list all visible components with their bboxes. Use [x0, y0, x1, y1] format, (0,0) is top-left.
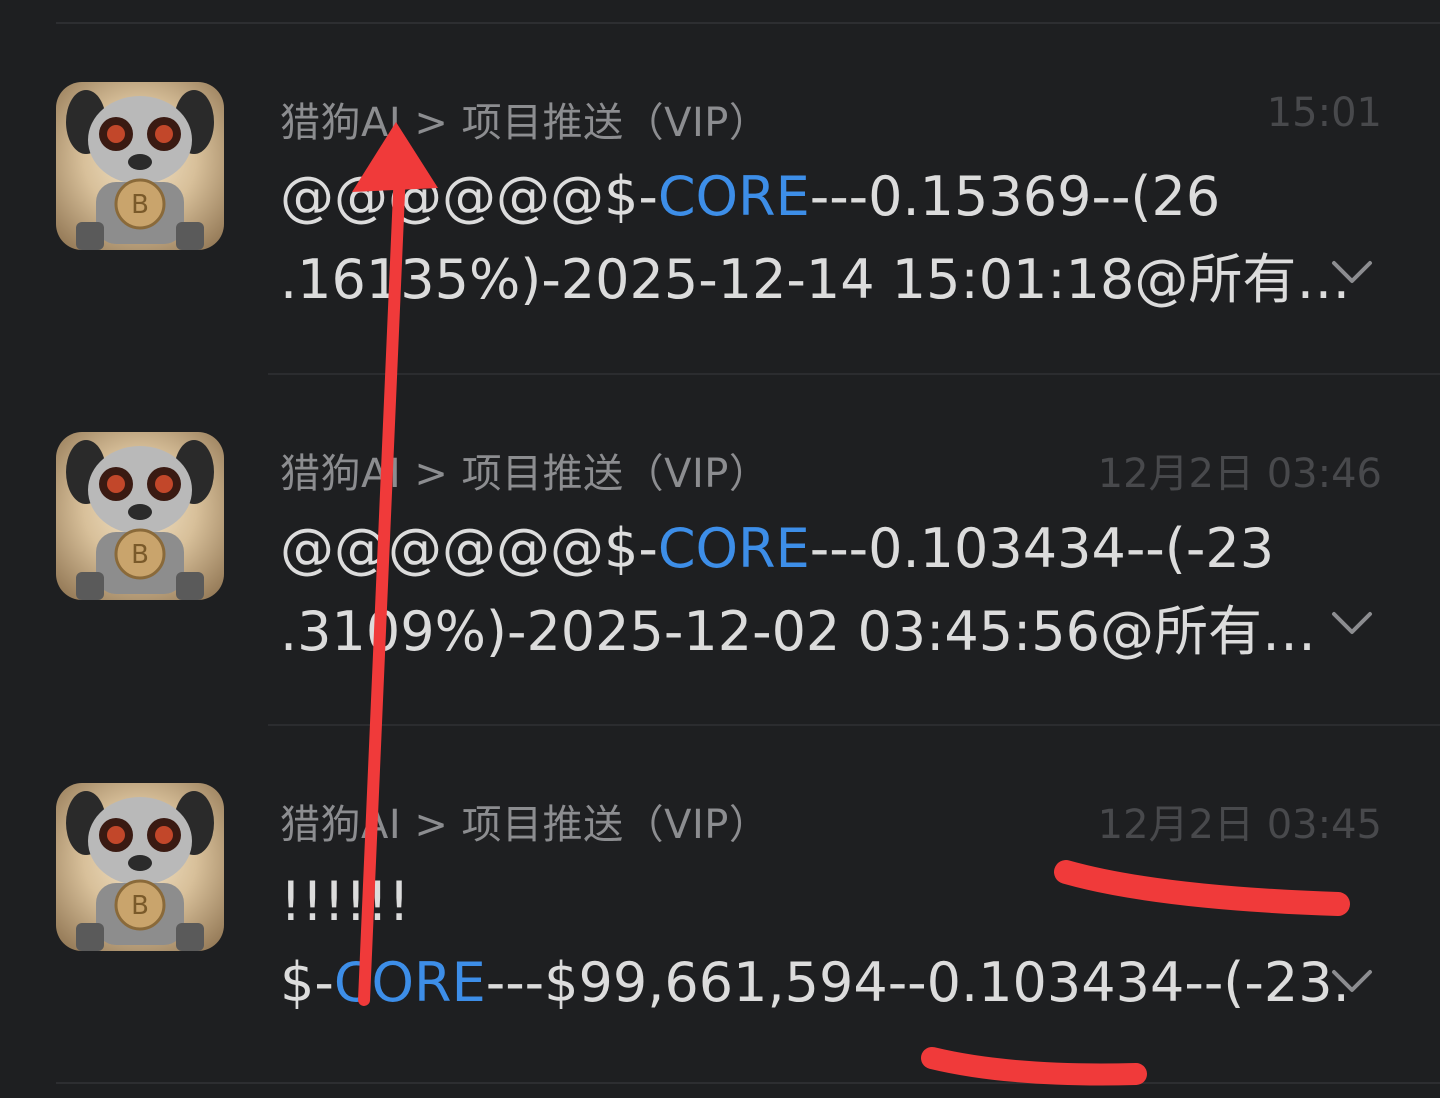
- message-text: $-: [280, 951, 334, 1014]
- message-line-2: $-CORE---$99,661,594--0.103434--(-23.: [280, 956, 1350, 1010]
- ticker-link[interactable]: CORE: [334, 951, 486, 1014]
- message-line-2: .16135%)-2025-12-14 15:01:18@所有…: [280, 248, 1351, 311]
- chevron-down-icon[interactable]: [1328, 257, 1376, 287]
- message-time: 15:01: [1266, 90, 1382, 136]
- message-line-2: .3109%)-2025-12-02 03:45:56@所有…: [280, 600, 1316, 663]
- svg-text:B: B: [131, 540, 149, 570]
- robot-dog-bitcoin-icon: B: [66, 440, 214, 600]
- message-time: 12月2日 03:45: [1097, 802, 1382, 848]
- message-line-1: @@@@@@$-CORE---0.15369--(26: [280, 170, 1220, 224]
- message-text: ---0.103434--(-23: [809, 517, 1275, 580]
- chevron-down-icon[interactable]: [1328, 966, 1376, 996]
- message-text: @@@@@@$-: [280, 517, 658, 580]
- bottom-divider: [56, 1082, 1440, 1084]
- message-time: 12月2日 03:46: [1097, 451, 1382, 497]
- svg-text:B: B: [131, 190, 149, 220]
- message-list-screen: B 猎狗AI > 项目推送（VIP） 15:01 @@@@@@$-CORE---…: [0, 0, 1440, 1098]
- message-divider: [268, 373, 1440, 375]
- avatar[interactable]: B: [56, 82, 224, 250]
- avatar[interactable]: B: [56, 783, 224, 951]
- top-divider: [56, 22, 1440, 24]
- sender-name: 猎狗AI > 项目推送（VIP）: [280, 802, 770, 848]
- chevron-down-icon[interactable]: [1328, 608, 1376, 638]
- message-line-1: !!!!!!: [280, 870, 410, 933]
- ticker-link[interactable]: CORE: [658, 517, 810, 580]
- ticker-link[interactable]: CORE: [658, 165, 810, 228]
- sender-name: 猎狗AI > 项目推送（VIP）: [280, 451, 770, 497]
- red-underline-price: [921, 1047, 1147, 1086]
- message-text: @@@@@@$-: [280, 165, 658, 228]
- message-text: ---0.15369--(26: [809, 165, 1221, 228]
- message-line-1: @@@@@@$-CORE---0.103434--(-23: [280, 522, 1274, 576]
- sender-name: 猎狗AI > 项目推送（VIP）: [280, 100, 770, 146]
- message-text: ---$99,661,594--0.103434--(-23.: [485, 951, 1350, 1014]
- red-underline-time: [1054, 860, 1350, 916]
- avatar[interactable]: B: [56, 432, 224, 600]
- robot-dog-bitcoin-icon: B: [66, 791, 214, 951]
- message-divider: [268, 724, 1440, 726]
- robot-dog-bitcoin-icon: B: [66, 90, 214, 250]
- svg-text:B: B: [131, 891, 149, 921]
